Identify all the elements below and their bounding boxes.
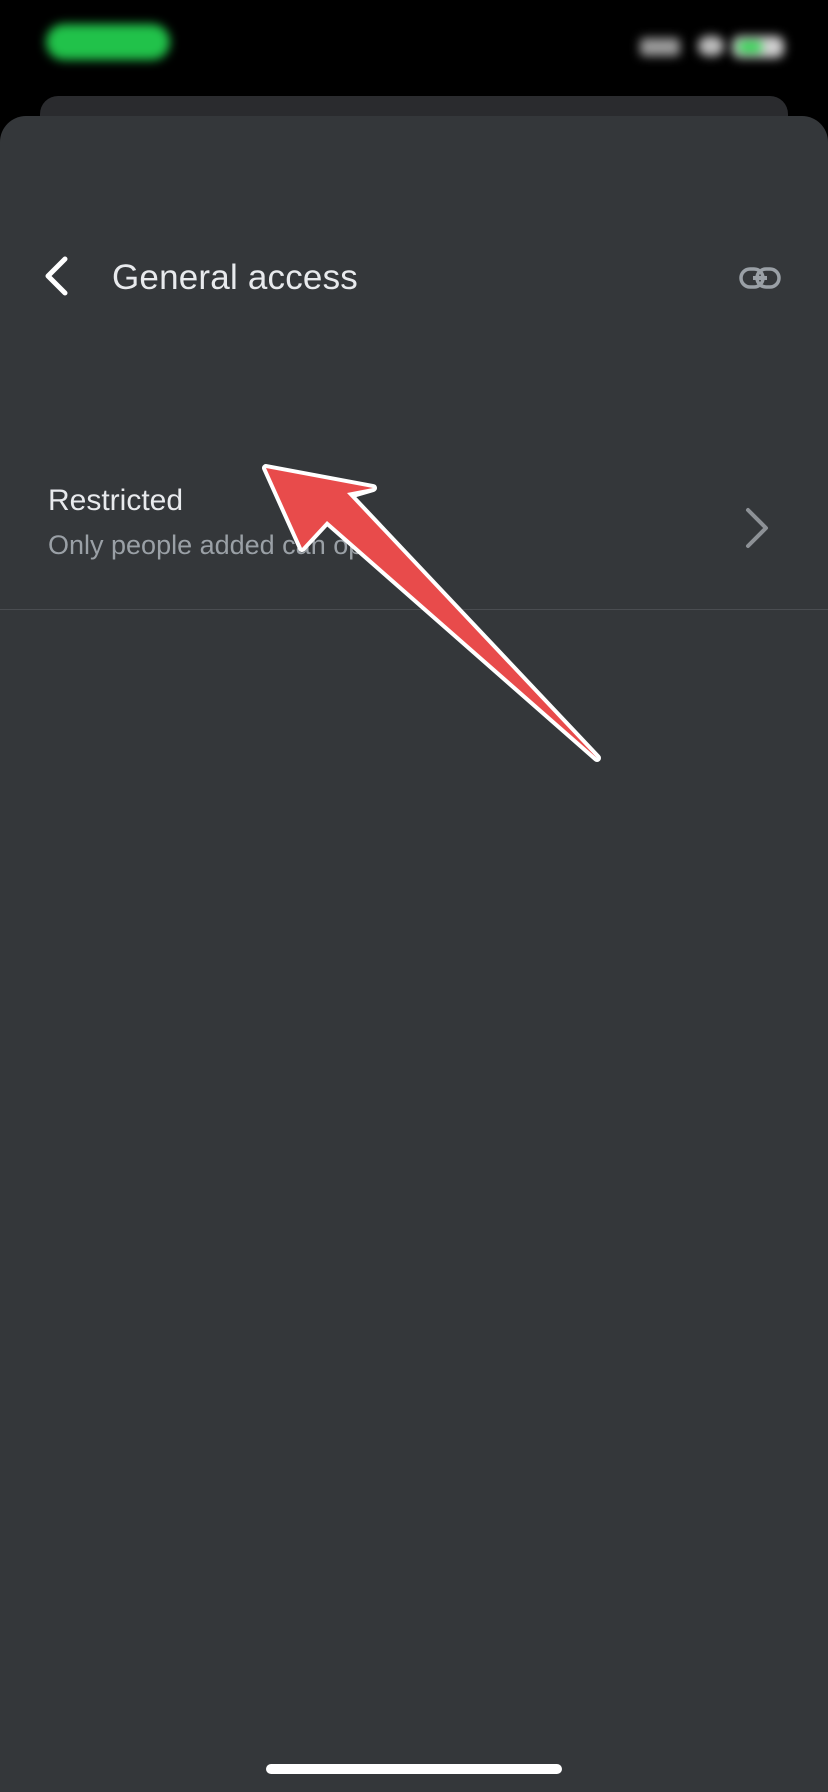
access-level-title: Restricted [48,484,184,517]
access-level-description: Only people added can open [48,530,394,560]
row-divider [0,609,828,610]
sheet-header: General access [0,226,828,326]
home-indicator [266,1764,562,1774]
link-icon [739,267,781,289]
status-bar [0,0,828,96]
general-access-option-row[interactable]: Restricted Only people added can open [0,446,828,610]
general-access-sheet: General access Restricted Only people ad… [0,116,828,1792]
battery-icon [732,36,784,58]
back-button[interactable] [28,250,84,302]
status-time-pill [46,24,170,60]
status-indicators [640,34,790,58]
page-title: General access [112,258,358,297]
copy-link-button[interactable] [732,256,788,300]
screen: General access Restricted Only people ad… [0,0,828,1792]
chevron-left-icon [45,256,68,296]
chevron-right-icon [746,508,768,548]
wifi-icon [698,36,724,56]
cellular-signal-icon [640,38,680,56]
